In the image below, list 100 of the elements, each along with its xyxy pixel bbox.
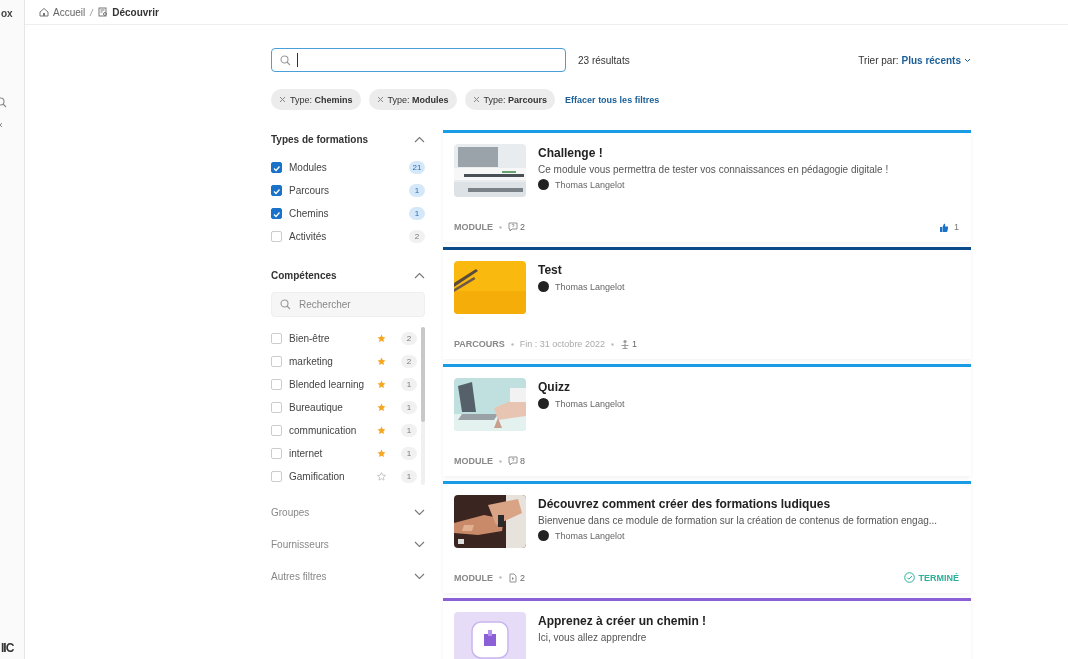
course-card[interactable]: Découvrez comment créer des formations ludiques Bienvenue dans ce module de formation sur la création de contenus de formation engag... Thomas Langelot MODULE 2 TERMINÉ <box>443 481 971 593</box>
search-icon <box>280 54 291 66</box>
filter-option[interactable]: communication <box>289 425 370 436</box>
breadcrumb-link[interactable]: Découvrir <box>112 6 159 18</box>
filter-option[interactable]: marketing <box>289 356 370 367</box>
author-name: Thomas Langelot <box>555 179 625 190</box>
star-icon[interactable] <box>377 449 386 458</box>
checkbox[interactable] <box>271 185 282 196</box>
course-card[interactable]: Apprenez à créer un chemin ! Ici, vous allez apprendre <box>443 598 971 659</box>
breadcrumb-link[interactable]: Accueil <box>53 6 86 18</box>
filter-option[interactable]: Parcours <box>289 185 402 196</box>
caret-icon <box>964 57 971 63</box>
star-icon[interactable] <box>377 426 386 435</box>
filter-chip[interactable]: Type: Chemins <box>271 89 361 110</box>
count-badge: 1 <box>401 378 417 391</box>
card-title[interactable]: Challenge ! <box>538 146 889 160</box>
home-icon <box>39 7 49 17</box>
count-badge: 1 <box>409 184 425 197</box>
dot-icon <box>499 576 502 579</box>
chevron-down-icon[interactable] <box>414 572 425 580</box>
meta-count: 8 <box>520 456 525 466</box>
status-label: TERMINÉ <box>918 572 959 583</box>
dot-icon <box>499 225 502 229</box>
checkbox[interactable] <box>271 208 282 219</box>
clear-filters-link[interactable]: Effacer tous les filtres <box>565 94 660 105</box>
filter-chip[interactable]: Type: Modules <box>368 89 457 110</box>
speech-bubble-icon <box>508 456 518 466</box>
search-field[interactable] <box>271 48 566 72</box>
close-icon[interactable] <box>472 96 480 103</box>
dot-icon <box>510 342 514 346</box>
meta-count: 1 <box>631 339 637 349</box>
chevron-up-icon[interactable] <box>414 271 425 279</box>
scrollbar[interactable] <box>421 327 425 485</box>
card-description: Ce module vous permettra de tester vos connaissances en pédagogie digitale ! <box>538 164 889 175</box>
course-card[interactable]: Challenge ! Ce module vous permettra de tester vos connaissances en pédagogie digitale ! Thomas Langelot MODULE 2 1 <box>443 130 971 242</box>
like-count: 1 <box>954 222 959 232</box>
section-title[interactable]: Types de formations <box>271 133 369 145</box>
search-icon <box>280 299 291 310</box>
filter-option[interactable]: Bien-être <box>289 333 370 344</box>
star-icon[interactable] <box>377 380 386 389</box>
chevron-down-icon[interactable] <box>414 508 425 516</box>
avatar <box>538 179 549 190</box>
author-name: Thomas Langelot <box>555 530 625 541</box>
course-type: MODULE <box>454 456 493 466</box>
filter-option[interactable]: Blended learning <box>289 379 370 390</box>
avatar <box>538 281 549 292</box>
count-badge: 2 <box>401 355 417 368</box>
person-icon <box>619 339 630 349</box>
results-count: 23 résultats <box>578 54 630 66</box>
checkbox[interactable] <box>271 162 282 173</box>
document-icon <box>508 572 518 583</box>
count-badge: 1 <box>401 424 417 437</box>
thumbs-up-icon[interactable] <box>939 222 948 232</box>
star-icon[interactable] <box>377 357 386 366</box>
filter-option[interactable]: Gamification <box>289 471 370 482</box>
section-title[interactable]: Compétences <box>271 269 337 281</box>
slash-icon <box>89 7 95 17</box>
meta-count: 2 <box>520 572 525 583</box>
close-icon[interactable] <box>279 96 286 103</box>
section-title[interactable]: Fournisseurs <box>271 538 329 550</box>
search-field[interactable]: Rechercher <box>271 292 425 317</box>
card-description: Bienvenue dans ce module de formation sur la création de contenus de formation engag... <box>538 515 938 526</box>
author-name: Thomas Langelot <box>555 281 625 292</box>
star-icon[interactable] <box>377 403 386 412</box>
filter-option[interactable]: Bureautique <box>289 402 370 413</box>
chevron-down-icon[interactable] <box>414 540 425 548</box>
count-badge: 21 <box>409 161 425 174</box>
filter-option[interactable]: Chemins <box>289 208 402 219</box>
count-badge: 2 <box>401 332 417 345</box>
card-title[interactable]: Apprenez à créer un chemin ! <box>538 614 707 628</box>
section-title[interactable]: Groupes <box>271 506 310 518</box>
chevron-up-icon[interactable] <box>414 135 425 143</box>
course-card[interactable]: Quizz Thomas Langelot MODULE 8 <box>443 364 971 476</box>
card-title[interactable]: Test <box>538 263 625 277</box>
meta-count: 2 <box>520 222 525 232</box>
section-title[interactable]: Autres filtres <box>271 570 327 582</box>
document-icon <box>98 7 109 17</box>
star-icon[interactable] <box>377 334 386 343</box>
count-badge: 1 <box>401 447 417 460</box>
course-card[interactable]: Test Thomas Langelot PARCOURS Fin : 31 octobre 2022 1 <box>443 247 971 359</box>
end-date: Fin : 31 octobre 2022 <box>519 339 605 349</box>
filter-option[interactable]: Activités <box>289 231 402 242</box>
check-circle-icon <box>903 572 915 583</box>
close-icon[interactable] <box>376 96 384 103</box>
speech-bubble-icon <box>508 222 518 232</box>
dot-icon <box>499 459 502 463</box>
course-type: MODULE <box>454 572 493 583</box>
avatar <box>538 398 549 409</box>
count-badge: 1 <box>401 470 417 483</box>
sort-label: Trier par: <box>858 54 899 66</box>
filter-option[interactable]: Modules <box>289 162 402 173</box>
course-type: MODULE <box>454 222 493 232</box>
star-outline-icon[interactable] <box>377 472 386 481</box>
app-name: ox <box>1 8 13 19</box>
filter-chip[interactable]: Type: Parcours <box>464 89 556 110</box>
card-title[interactable]: Découvrez comment créer des formations ludiques <box>538 497 938 511</box>
sort-dropdown[interactable]: Plus récents <box>901 54 971 66</box>
card-title[interactable]: Quizz <box>538 380 625 394</box>
author-name: Thomas Langelot <box>555 398 625 409</box>
filter-option[interactable]: internet <box>289 448 370 459</box>
